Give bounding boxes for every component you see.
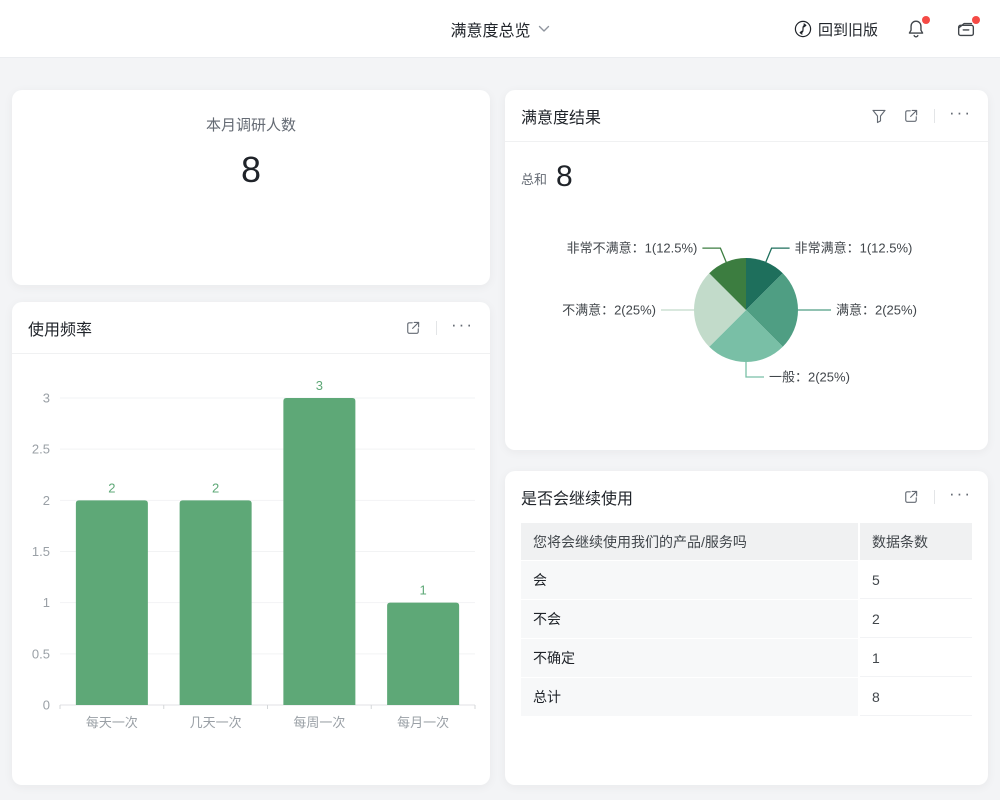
table-header-row: 您将会继续使用我们的产品/服务吗数据条数 bbox=[521, 523, 972, 560]
table-cell-answer: 会 bbox=[521, 561, 858, 599]
dashboard-page: 满意度总览 回到旧版 bbox=[0, 0, 1000, 800]
x-category-label: 每周一次 bbox=[293, 715, 345, 730]
bar-value-label: 1 bbox=[420, 583, 427, 598]
tools-divider bbox=[934, 109, 935, 123]
table-row[interactable]: 会5 bbox=[521, 561, 972, 599]
table-cell-count: 1 bbox=[860, 639, 972, 677]
satisfaction-card-title: 满意度结果 bbox=[521, 104, 601, 128]
usage-frequency-bar-chart: 0 0.5 1 1.5 2 2.5 3 2 每天一次 2 几天一次 3 每周一次 1 每月一次 bbox=[12, 354, 490, 784]
x-category-label: 每月一次 bbox=[397, 715, 449, 730]
card-satisfaction-result: 满意度结果 ··· 总和 8 非常满意：1(12.5%) 满意：2(25%) 一般：… bbox=[505, 90, 988, 450]
continue-card-header: 是否会继续使用 ··· bbox=[505, 471, 988, 523]
bar-几天一次[interactable] bbox=[180, 500, 252, 705]
message-badge bbox=[972, 16, 980, 24]
table-cell-answer: 不确定 bbox=[521, 639, 858, 677]
more-options-icon[interactable]: ··· bbox=[949, 108, 972, 124]
back-to-old-version-button[interactable]: 回到旧版 bbox=[794, 19, 878, 40]
card-continue-use: 是否会继续使用 ··· 您将会继续使用我们的产品/服务吗数据条数会5不会2不确定… bbox=[505, 471, 988, 785]
top-bar: 满意度总览 回到旧版 bbox=[0, 0, 1000, 58]
top-bar-actions: 回到旧版 bbox=[794, 0, 978, 58]
switch-version-icon bbox=[794, 20, 812, 38]
continue-card-title: 是否会继续使用 bbox=[521, 485, 633, 509]
page-title: 满意度总览 bbox=[450, 17, 530, 41]
satisfaction-card-header: 满意度结果 ··· bbox=[505, 90, 988, 142]
bar-value-label: 3 bbox=[316, 378, 323, 393]
table-row[interactable]: 不确定1 bbox=[521, 639, 972, 677]
x-category-label: 每天一次 bbox=[86, 715, 138, 730]
table-cell-count: 5 bbox=[860, 561, 972, 599]
pie-callout-line bbox=[746, 361, 764, 377]
continue-use-table: 您将会继续使用我们的产品/服务吗数据条数会5不会2不确定1总计8 bbox=[505, 523, 988, 716]
card-usage-frequency: 使用频率 ··· 0 0.5 1 1.5 2 2.5 3 2 每天一次 2 几天一次 3 每周一次 1 每月… bbox=[12, 302, 490, 785]
table-cell-answer: 总计 bbox=[521, 678, 858, 716]
back-to-old-version-label: 回到旧版 bbox=[818, 19, 878, 40]
bar-每周一次[interactable] bbox=[283, 398, 355, 705]
table-header-question: 您将会继续使用我们的产品/服务吗 bbox=[521, 523, 858, 560]
y-tick-label: 2.5 bbox=[32, 442, 50, 457]
frequency-card-tools: ··· bbox=[404, 319, 474, 337]
sum-label: 总和 bbox=[521, 169, 547, 192]
notifications-button[interactable] bbox=[904, 17, 928, 41]
chevron-down-icon bbox=[538, 25, 550, 33]
filter-icon[interactable] bbox=[870, 107, 888, 125]
pie-label-非常满意: 非常满意：1(12.5%) bbox=[795, 241, 913, 256]
more-options-icon[interactable]: ··· bbox=[949, 489, 972, 505]
more-options-icon[interactable]: ··· bbox=[451, 320, 474, 336]
bar-每月一次[interactable] bbox=[387, 603, 459, 705]
tools-divider bbox=[934, 490, 935, 504]
x-category-label: 几天一次 bbox=[190, 715, 242, 730]
table-row[interactable]: 总计8 bbox=[521, 678, 972, 716]
table-row[interactable]: 不会2 bbox=[521, 600, 972, 638]
pie-label-一般: 一般：2(25%) bbox=[769, 370, 850, 385]
pie-callout-line bbox=[766, 248, 790, 263]
card-monthly-survey-count: 本月调研人数 8 bbox=[12, 90, 490, 285]
survey-count-title: 本月调研人数 bbox=[12, 114, 490, 135]
table-cell-count: 8 bbox=[860, 678, 972, 716]
tools-divider bbox=[436, 321, 437, 335]
y-tick-label: 2 bbox=[43, 493, 50, 508]
export-icon[interactable] bbox=[404, 319, 422, 337]
continue-card-tools: ··· bbox=[902, 488, 972, 506]
y-tick-label: 1 bbox=[43, 595, 50, 610]
messages-button[interactable] bbox=[954, 17, 978, 41]
frequency-card-title: 使用频率 bbox=[28, 316, 92, 340]
pie-sum-row: 总和 8 bbox=[505, 142, 988, 192]
pie-label-满意: 满意：2(25%) bbox=[836, 303, 917, 318]
bar-value-label: 2 bbox=[108, 480, 115, 495]
y-tick-label: 0 bbox=[43, 698, 50, 713]
satisfaction-pie-chart: 非常满意：1(12.5%) 满意：2(25%) 一般：2(25%) 不满意：2(25%… bbox=[505, 200, 988, 450]
sum-value: 8 bbox=[556, 162, 573, 192]
bar-value-label: 2 bbox=[212, 480, 219, 495]
notification-badge bbox=[922, 16, 930, 24]
export-icon[interactable] bbox=[902, 488, 920, 506]
bar-每天一次[interactable] bbox=[76, 500, 148, 705]
pie-callout-line bbox=[702, 248, 726, 263]
y-tick-label: 3 bbox=[43, 391, 50, 406]
frequency-card-header: 使用频率 ··· bbox=[12, 302, 490, 354]
survey-count-value: 8 bbox=[12, 149, 490, 191]
pie-label-非常不满意: 非常不满意：1(12.5%) bbox=[567, 241, 698, 256]
table-cell-answer: 不会 bbox=[521, 600, 858, 638]
pie-label-不满意: 不满意：2(25%) bbox=[562, 303, 656, 318]
table-header-count: 数据条数 bbox=[860, 523, 972, 560]
export-icon[interactable] bbox=[902, 107, 920, 125]
y-tick-label: 0.5 bbox=[32, 646, 50, 661]
table-cell-count: 2 bbox=[860, 600, 972, 638]
satisfaction-card-tools: ··· bbox=[870, 107, 972, 125]
y-tick-label: 1.5 bbox=[32, 544, 50, 559]
